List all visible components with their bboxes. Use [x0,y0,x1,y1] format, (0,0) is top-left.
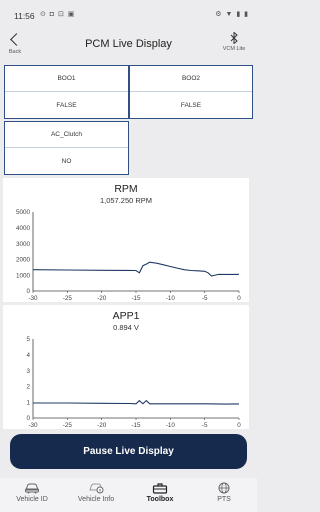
back-arrow-icon [10,33,23,46]
chart-subtitle: 0.894 V [113,323,139,332]
signal-card-boo1[interactable]: BOO1 FALSE [4,65,129,119]
nav-vehicle-id[interactable]: Vehicle ID [0,478,64,512]
nav-label: Vehicle ID [16,496,48,503]
x-tick-label: -10 [166,422,176,429]
status-time: 11:56 [14,11,35,21]
signal-card-boo2[interactable]: BOO2 FALSE [129,65,253,119]
nav-vehicle-info[interactable]: Vehicle Info [64,478,128,512]
x-tick-label: 0 [237,422,241,429]
nav-toolbox[interactable]: Toolbox [128,478,192,512]
y-tick-label: 3000 [16,241,31,248]
x-tick-label: -15 [131,295,141,302]
y-tick-label: 4000 [16,225,31,232]
globe-icon [218,482,230,494]
nav-label: PTS [217,496,231,503]
car-info-icon [89,483,104,494]
back-button[interactable]: Back [4,30,26,58]
notification-icons: ⊙ ◘ ⊡ ▣ [40,11,76,18]
rpm-chart-panel: RPM 1,057.250 RPM 5000 4000 3000 2000 1000 0 -30… [3,178,249,302]
bottom-nav: Vehicle ID Vehicle Info Toolbox PTS [0,478,257,512]
signal-name: BOO1 [5,66,128,92]
app1-chart-panel: APP1 0.894 V 5 4 3 2 1 0 -30 -25 -20 -15 -10 -5 0 [3,305,249,429]
app-header: Back PCM Live Display VCM Lite [0,28,257,62]
y-tick-label: 3 [26,368,30,375]
chart-title: RPM [114,183,137,195]
y-tick-label: 5 [26,336,30,343]
chart-subtitle: 1,057.250 RPM [100,196,152,205]
y-tick-label: 2 [26,384,30,391]
x-tick-label: -15 [131,422,141,429]
x-tick-label: -20 [97,295,107,302]
nav-label: Vehicle Info [77,496,115,503]
x-tick-label: -5 [202,422,208,429]
signal-name: BOO2 [130,66,252,92]
series-line [32,261,240,277]
signal-name: AC_Clutch [5,122,128,148]
vcm-label: VCM Lite [222,46,246,52]
y-tick-label: 2000 [16,257,31,264]
nav-label: Toolbox [146,496,174,503]
signal-card-ac-clutch[interactable]: AC_Clutch NO [4,121,129,175]
x-tick-label: -5 [202,295,208,302]
back-label: Back [8,49,22,55]
x-tick-label: -30 [28,422,38,429]
x-tick-label: -20 [97,422,107,429]
y-tick-label: 5000 [16,209,31,216]
car-icon [25,483,39,494]
y-tick-label: 1000 [16,272,31,279]
vcm-connection-button[interactable]: VCM Lite [217,30,251,58]
signal-value: FALSE [56,101,77,109]
pause-live-display-button[interactable]: Pause Live Display [10,434,247,469]
signal-value: FALSE [180,101,202,109]
x-tick-label: -10 [166,295,176,302]
series-line [33,399,240,405]
chart-title: APP1 [113,310,140,322]
x-tick-label: 0 [237,295,241,302]
y-tick-label: 4 [26,352,30,359]
bluetooth-icon [230,32,238,44]
status-bar: 11:56 ⊙ ◘ ⊡ ▣ ⚙ ▼ ▮ ▮ [0,0,257,30]
x-tick-label: -30 [28,295,38,302]
system-icons: ⚙ ▼ ▮ ▮ [215,11,249,18]
x-tick-label: -25 [63,422,73,429]
toolbox-icon [152,483,168,494]
app1-chart: APP10.894 V543210-30 -25 -20 -15 -10 -5 0 [26,310,241,429]
x-tick-label: -25 [63,295,73,302]
nav-pts[interactable]: PTS [192,478,256,512]
y-tick-label: 1 [26,399,30,406]
rpm-chart: RPM1,057.250 RPM 5000 4000 3000 2000 1000 0 -30… [16,183,241,302]
signal-value: NO [61,157,72,165]
